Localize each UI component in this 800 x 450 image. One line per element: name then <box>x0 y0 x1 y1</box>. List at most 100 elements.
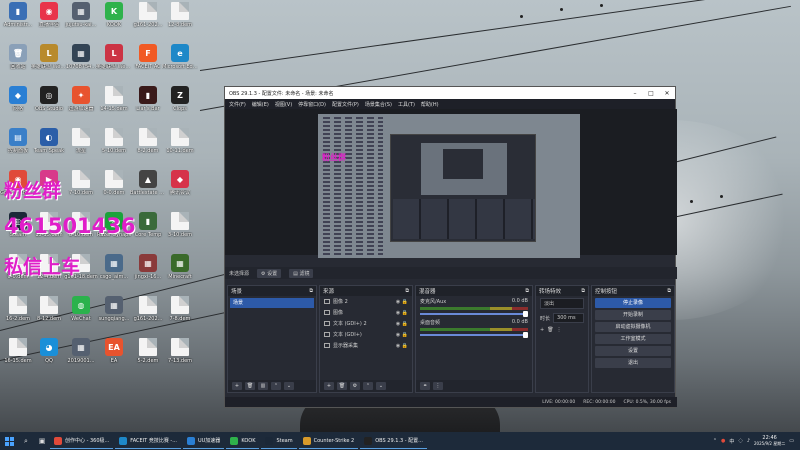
desktop-icon[interactable]: g161-202... <box>130 296 166 322</box>
virtual-camera-button[interactable]: 启动虚拟摄像机 <box>595 322 671 332</box>
menu-tools[interactable]: 工具(T) <box>398 101 415 108</box>
desktop-icon[interactable]: ▦ csgo_aim... <box>96 254 132 280</box>
taskbar-app[interactable]: KOOK <box>226 433 260 449</box>
popout-icon[interactable]: ⧉ <box>405 288 409 294</box>
ime-icon[interactable]: 中 <box>729 438 734 445</box>
menu-view[interactable]: 视图(V) <box>275 101 292 108</box>
volume-slider[interactable] <box>420 311 528 317</box>
close-icon[interactable]: ✕ <box>659 90 675 97</box>
desktop-icon[interactable]: 3-10.dem <box>162 212 198 238</box>
desktop-icon[interactable]: ▦ 2019001... <box>63 338 99 364</box>
stop-recording-button[interactable]: 停止录像 <box>595 298 671 308</box>
desktop-icon[interactable]: ✦ 迅游加速器 <box>63 86 99 112</box>
desktop-icon[interactable]: ◆ 腾讯会议 <box>162 170 198 196</box>
volume-icon[interactable]: ♪ <box>747 438 750 444</box>
popout-icon[interactable]: ⧉ <box>581 288 585 294</box>
menu-profile[interactable]: 配置文件(P) <box>332 101 359 108</box>
desktop-icon[interactable]: 8-12.dem <box>31 296 67 322</box>
desktop-icon[interactable]: 12-8.dem <box>162 2 198 28</box>
desktop-icon[interactable]: 5-2.dem <box>130 338 166 364</box>
add-icon[interactable]: + <box>324 382 334 390</box>
desktop-icon[interactable]: 7-10.dem <box>63 170 99 196</box>
desktop-icon[interactable]: ◎ OBS Studio <box>31 86 67 112</box>
eye-lock-icons[interactable]: ◉ 🔒 <box>396 299 408 305</box>
exit-button[interactable]: 退出 <box>595 358 671 368</box>
scene-item[interactable]: 场景 <box>230 298 314 308</box>
menu-help[interactable]: 帮助(H) <box>421 101 439 108</box>
desktop-icon[interactable]: ◍ WeChat <box>63 296 99 322</box>
link-icon[interactable]: ⚭ <box>420 382 430 390</box>
obs-titlebar[interactable]: OBS 29.1.3 - 配置文件: 未命名 - 场景: 未命名 – □ ✕ <box>225 87 675 99</box>
taskbar-app[interactable]: 创作中心 - 360极... <box>50 433 114 449</box>
tray-app-icon[interactable]: ● <box>721 438 725 444</box>
popout-icon[interactable]: ⧉ <box>667 288 671 294</box>
eye-lock-icons[interactable]: ◉ 🔒 <box>396 321 408 327</box>
desktop-icon[interactable]: L 英雄联盟 WeGame版 <box>31 44 67 70</box>
properties-button[interactable]: ⚙ 设置 <box>257 268 282 278</box>
network-icon[interactable]: ◌ <box>738 438 742 444</box>
desktop-icon[interactable]: g161-202... <box>130 2 166 28</box>
clock[interactable]: 22:46 2025/9/2 星期二 <box>754 435 785 447</box>
start-recording-button[interactable]: 开始录制 <box>595 310 671 320</box>
task-view-icon[interactable]: ▣ <box>34 432 50 450</box>
eye-lock-icons[interactable]: ◉ 🔒 <box>396 343 408 349</box>
desktop-icon[interactable]: ▦ 10708754... <box>63 44 99 70</box>
desktop-icon[interactable]: ▮ Liar's Bar <box>130 86 166 112</box>
desktop-icon[interactable]: EA EA <box>96 338 132 364</box>
taskbar-app[interactable]: UU加速器 <box>182 433 225 449</box>
taskbar-app[interactable]: OBS 29.1.3 - 配置... <box>360 433 427 449</box>
source-item[interactable]: 图像 2 ◉ 🔒 <box>320 296 412 307</box>
desktop-icon[interactable]: 5-10.dem <box>96 128 132 154</box>
popout-icon[interactable]: ⧉ <box>525 288 529 294</box>
taskbar-app[interactable]: Counter-Strike 2 <box>298 433 359 449</box>
up-icon[interactable]: ⌃ <box>271 382 281 390</box>
source-item[interactable]: 文本 (GDI+) ◉ 🔒 <box>320 329 412 340</box>
preview-canvas[interactable]: 粉丝群 <box>318 114 580 258</box>
start-button[interactable] <box>0 432 18 450</box>
desktop-icon[interactable]: 14-15.dem <box>96 86 132 112</box>
desktop-icon[interactable]: F FACEIT AC <box>130 44 166 70</box>
desktop-icon[interactable]: ▦ jujutsu-kai... <box>63 2 99 28</box>
desktop-icon[interactable]: ▦ sungqiang... <box>96 296 132 322</box>
filters-button[interactable]: ▤ 滤镜 <box>289 268 314 278</box>
menu-file[interactable]: 文件(F) <box>229 101 246 108</box>
up-icon[interactable]: ⌃ <box>363 382 373 390</box>
desktop-icon[interactable]: 7-8.dem <box>162 296 198 322</box>
gear-icon[interactable]: ⚙ <box>350 382 360 390</box>
transition-select[interactable]: 淡出 <box>540 298 584 309</box>
search-icon[interactable]: ⌕ <box>18 432 34 450</box>
remove-icon[interactable]: 🗑 <box>337 382 347 390</box>
desktop-icon[interactable]: L 英雄联盟 WeGame版 <box>96 44 132 70</box>
more-icon[interactable]: ⋮ <box>557 327 562 333</box>
desktop-icon[interactable]: ◉ 直播伴侣 <box>31 2 67 28</box>
desktop-icon[interactable]: ▦ Minecraft <box>162 254 198 280</box>
desktop-icon[interactable]: ▦ jingxi-16... <box>130 254 166 280</box>
down-icon[interactable]: ⌄ <box>376 382 386 390</box>
duration-input[interactable]: 300 ms <box>553 313 584 323</box>
desktop-icon[interactable]: 8-2.dem <box>130 128 166 154</box>
studio-mode-button[interactable]: 工作室模式 <box>595 334 671 344</box>
menu-edit[interactable]: 编辑(E) <box>252 101 269 108</box>
desktop-icon[interactable]: ◕ QQ <box>31 338 67 364</box>
remove-icon[interactable]: 🗑 <box>547 327 553 333</box>
desktop-icon[interactable]: 7-13.dem <box>162 338 198 364</box>
source-item[interactable]: 图像 ◉ 🔒 <box>320 307 412 318</box>
down-icon[interactable]: ⌄ <box>284 382 294 390</box>
taskbar-app[interactable]: Steam <box>261 433 297 449</box>
filter-icon[interactable]: ▥ <box>258 382 268 390</box>
desktop-icon[interactable]: 流星 <box>63 128 99 154</box>
settings-button[interactable]: 设置 <box>595 346 671 356</box>
notification-icon[interactable]: ▭ <box>789 438 794 444</box>
minimize-icon[interactable]: – <box>627 90 643 97</box>
add-icon[interactable]: + <box>232 382 242 390</box>
chevron-up-icon[interactable]: ⌃ <box>713 438 717 444</box>
desktop-icon[interactable]: K KOOK <box>96 2 132 28</box>
add-icon[interactable]: + <box>540 327 544 333</box>
desktop-icon[interactable]: ▲ Battlestate Games L... <box>130 170 166 196</box>
preview-area[interactable]: 粉丝群 <box>225 109 677 258</box>
eye-lock-icons[interactable]: ◉ 🔒 <box>396 332 408 338</box>
desktop-icon[interactable]: ◐ Team Speak <box>31 128 67 154</box>
volume-slider[interactable] <box>420 332 528 338</box>
desktop-icon[interactable]: 0-0.dem <box>96 170 132 196</box>
menu-scene-collection[interactable]: 场景集合(S) <box>365 101 392 108</box>
